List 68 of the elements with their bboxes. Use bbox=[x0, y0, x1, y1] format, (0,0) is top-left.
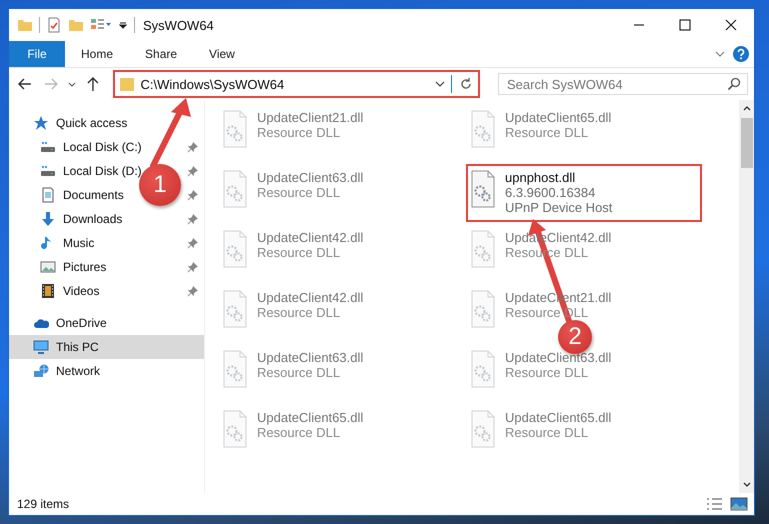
gear-file-icon[interactable] bbox=[471, 170, 495, 208]
file-detail: UPnP Device Host bbox=[505, 200, 612, 215]
drive-icon bbox=[40, 139, 56, 155]
drive-icon bbox=[40, 163, 56, 179]
dropdown-icon[interactable] bbox=[435, 79, 445, 89]
file-detail: Resource DLL bbox=[257, 245, 342, 260]
file-detail: Resource DLL bbox=[257, 305, 342, 320]
file-name[interactable]: UpdateClient63.dll bbox=[257, 170, 364, 185]
sidebar-item[interactable]: Documents bbox=[63, 188, 124, 202]
pin-icon[interactable] bbox=[187, 238, 198, 248]
file-name[interactable]: UpdateClient21.dll bbox=[257, 110, 364, 125]
sidebar-item[interactable]: Local Disk (D:) bbox=[63, 164, 142, 178]
sidebar-item[interactable]: Network bbox=[56, 364, 100, 378]
monitor-icon bbox=[33, 339, 49, 355]
file-detail: Resource DLL bbox=[505, 425, 590, 440]
window-title: SysWOW64 bbox=[142, 18, 214, 32]
sidebar-item[interactable]: Downloads bbox=[63, 212, 122, 226]
star-icon bbox=[33, 115, 49, 131]
document-icon bbox=[40, 187, 56, 203]
sidebar-item[interactable]: Videos bbox=[63, 284, 100, 298]
file-name[interactable]: upnphost.dll bbox=[505, 170, 612, 185]
callout-arrow bbox=[150, 98, 191, 169]
pin-icon[interactable] bbox=[187, 142, 198, 152]
folder-icon bbox=[118, 76, 135, 92]
network-icon bbox=[33, 363, 49, 379]
file-name[interactable]: UpdateClient65.dll bbox=[505, 110, 612, 125]
properties-icon[interactable] bbox=[46, 17, 62, 33]
expand-ribbon-icon[interactable] bbox=[715, 49, 725, 59]
pin-icon[interactable] bbox=[187, 166, 198, 176]
file-detail: 6.3.9600.16384 bbox=[505, 185, 596, 200]
pin-icon[interactable] bbox=[187, 214, 198, 224]
help-icon[interactable] bbox=[733, 46, 749, 62]
ribbon-tab[interactable]: File bbox=[9, 41, 65, 67]
file-detail: Resource DLL bbox=[257, 425, 342, 440]
file-name[interactable]: UpdateClient63.dll bbox=[257, 350, 364, 365]
search-icon[interactable] bbox=[726, 76, 742, 92]
details-view-icon[interactable] bbox=[706, 497, 724, 511]
file-name[interactable]: UpdateClient42.dll bbox=[257, 230, 364, 245]
sidebar-item[interactable]: Local Disk (C:) bbox=[63, 140, 142, 154]
file-detail: Resource DLL bbox=[505, 365, 590, 380]
ribbon-tab[interactable]: View bbox=[193, 41, 251, 67]
picture-icon bbox=[40, 259, 56, 275]
sidebar-item[interactable]: Music bbox=[63, 236, 94, 250]
pin-icon[interactable] bbox=[187, 286, 198, 296]
file-name[interactable]: UpdateClient65.dll bbox=[505, 410, 612, 425]
sidebar-item[interactable]: This PC bbox=[56, 340, 99, 354]
sidebar-item[interactable]: OneDrive bbox=[56, 316, 107, 330]
item-count: 129 items bbox=[17, 497, 70, 511]
scrollbar[interactable] bbox=[739, 100, 754, 493]
download-arrow-icon bbox=[40, 211, 56, 227]
file-name[interactable]: UpdateClient65.dll bbox=[257, 410, 364, 425]
address-bar[interactable]: C:\Windows\SysWOW64 bbox=[112, 70, 480, 98]
file-detail: Resource DLL bbox=[257, 125, 342, 140]
customize-menu-icon[interactable] bbox=[118, 20, 128, 30]
file-detail: Resource DLL bbox=[505, 125, 590, 140]
film-icon bbox=[40, 283, 56, 299]
large-icons-view-icon[interactable] bbox=[730, 497, 748, 511]
ribbon-tab[interactable]: Home bbox=[65, 41, 130, 67]
sidebar-item[interactable]: Pictures bbox=[63, 260, 106, 274]
search-field[interactable]: Search SysWOW64 bbox=[498, 73, 748, 95]
file-detail: Resource DLL bbox=[257, 365, 342, 380]
pin-icon[interactable] bbox=[187, 262, 198, 272]
sidebar-item[interactable]: Quick access bbox=[56, 116, 128, 130]
pin-icon[interactable] bbox=[187, 190, 198, 200]
ribbon-tab[interactable]: Share bbox=[129, 41, 194, 67]
file-name[interactable]: UpdateClient42.dll bbox=[257, 290, 364, 305]
file-detail: Resource DLL bbox=[257, 185, 342, 200]
scrollbar-thumb[interactable] bbox=[740, 118, 752, 168]
